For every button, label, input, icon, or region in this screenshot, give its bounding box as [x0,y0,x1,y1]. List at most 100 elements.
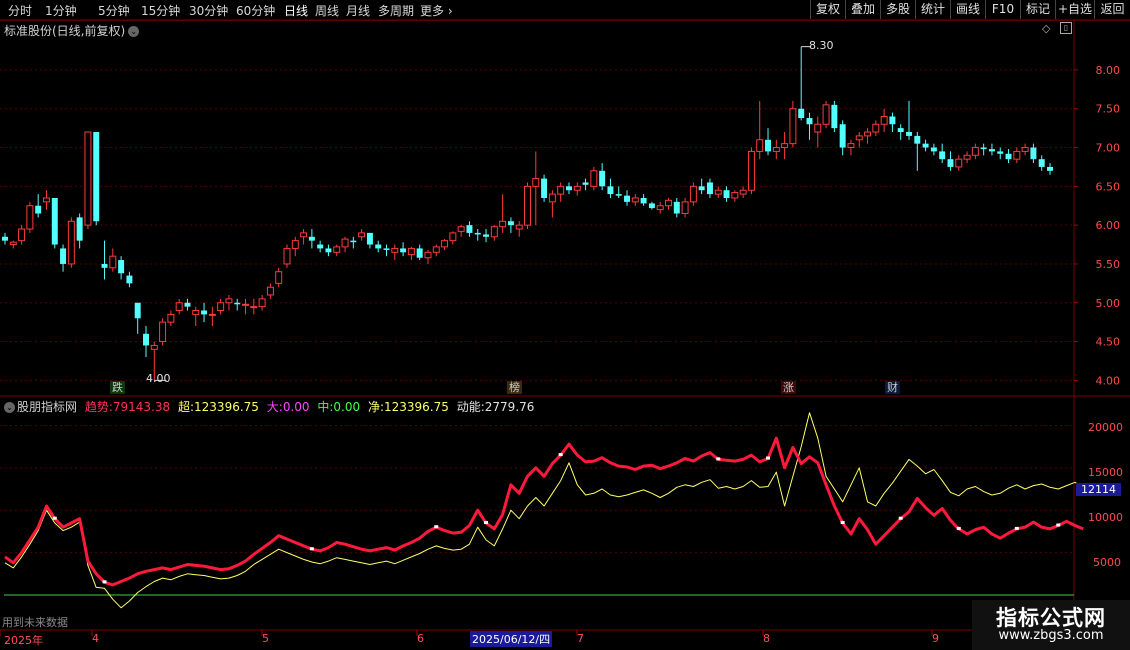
watermark: 指标公式网 www.zbgs3.com [972,600,1130,650]
high-price-label: 8.30 [809,39,834,52]
candle-body [192,310,200,315]
candle-body [159,321,167,343]
candle-body [681,201,689,214]
candle-body [839,124,846,148]
candle-body [234,302,241,305]
candle-body [515,224,523,230]
candle-body [42,197,50,203]
candle-body [51,197,58,245]
candle-body [1038,159,1045,167]
candle-body [258,298,266,308]
candle-body [449,232,457,242]
candle-body [615,194,622,196]
candle-body [35,205,42,214]
candle-body [532,178,540,187]
candle-body [665,199,672,207]
candle-body [424,251,432,259]
candle-body [864,131,872,137]
candle-body [814,123,822,133]
candle-body [26,205,34,230]
marker-rise[interactable]: 涨 [781,381,796,394]
mid-value: 0.00 [333,400,361,414]
price-tick-label: 7.00 [1096,142,1121,155]
marker-finance[interactable]: 财 [885,381,900,394]
future-data-warning: 用到未来数据 [2,616,68,629]
indicator-name: 股朋指标网 [17,400,78,414]
price-tick-label: 5.00 [1096,297,1121,310]
candle-body [955,158,963,168]
candle-body [880,115,888,125]
candle-body [806,118,813,125]
price-tick-label: 8.00 [1096,64,1121,77]
candle-body [714,189,722,195]
price-tick-label: 4.50 [1096,336,1121,349]
indicator-line-trend [4,436,1084,587]
indicator-axis-label: 10000 [1088,511,1123,524]
candle-body [524,185,531,226]
trend-marker [1056,523,1061,527]
candle-body [648,203,655,209]
candle-body [126,275,133,284]
trend-value: 79143.38 [112,400,171,414]
net-value: 123396.75 [384,400,449,414]
candle-body [308,236,315,241]
candle-body [217,302,225,312]
candle-body [507,221,514,226]
trend-marker [1014,526,1019,530]
candle-body [375,244,382,249]
candle-body [250,306,258,309]
indicator-header: ⌄ 股朋指标网 趋势:79143.38 超:123396.75 大:0.00 中:… [4,398,538,415]
price-tick-label: 6.00 [1096,219,1121,232]
candle-body [291,240,299,249]
candle-body [798,108,805,119]
trend-marker [558,453,563,457]
candle-body [118,260,125,274]
candle-body [822,104,830,125]
candle-body [457,226,465,232]
candle-body [150,344,158,350]
candle-body [84,131,92,226]
candle-body [723,190,730,198]
trend-marker [484,520,489,524]
candle-body [640,197,647,204]
mid-label: 中: [317,400,334,414]
power-value: 2779.76 [484,400,535,414]
marker-rank[interactable]: 榜 [507,381,522,394]
candle-body [781,143,789,149]
candlestick-chart[interactable]: 8.00 7.50 7.00 6.50 6.00 5.50 5.00 4.50 4.00 [0,0,1130,650]
candle-body [109,255,117,269]
marker-fall[interactable]: 跌 [110,381,125,394]
candle-body [201,310,208,315]
candle-body [466,225,473,233]
candle-body [76,217,83,241]
candle-body [143,333,149,346]
candle-body [624,195,631,202]
power-label: 动能: [456,400,485,414]
candle-body [1013,150,1021,160]
price-tick-label: 6.50 [1096,180,1121,193]
candle-body [889,116,896,125]
candle-body [275,271,283,284]
candle-body [242,303,250,306]
big-value: 0.00 [282,400,310,414]
candle-body [939,151,946,160]
chevron-down-icon[interactable]: ⌄ [4,402,15,413]
candle-body [483,234,490,237]
low-price-label: 4.00 [146,372,171,385]
indicator-axis-label: 15000 [1088,466,1123,479]
trend-marker [102,580,107,584]
time-axis-label: 6 [417,632,424,645]
candle-body [93,132,100,222]
price-tick-label: 5.50 [1096,258,1121,271]
time-axis-label: 9 [932,632,939,645]
crosshair-date-tag: 2025/06/12/四 [470,631,553,647]
candle-body [225,298,233,304]
current-value-tag: 12114 [1076,483,1121,496]
candle-body [930,147,937,152]
trend-marker [716,457,721,461]
candle-body [631,197,639,203]
candle-body [739,189,747,195]
time-axis-label: 4 [92,632,99,645]
candle-body [383,248,390,250]
candle-body [358,232,366,238]
